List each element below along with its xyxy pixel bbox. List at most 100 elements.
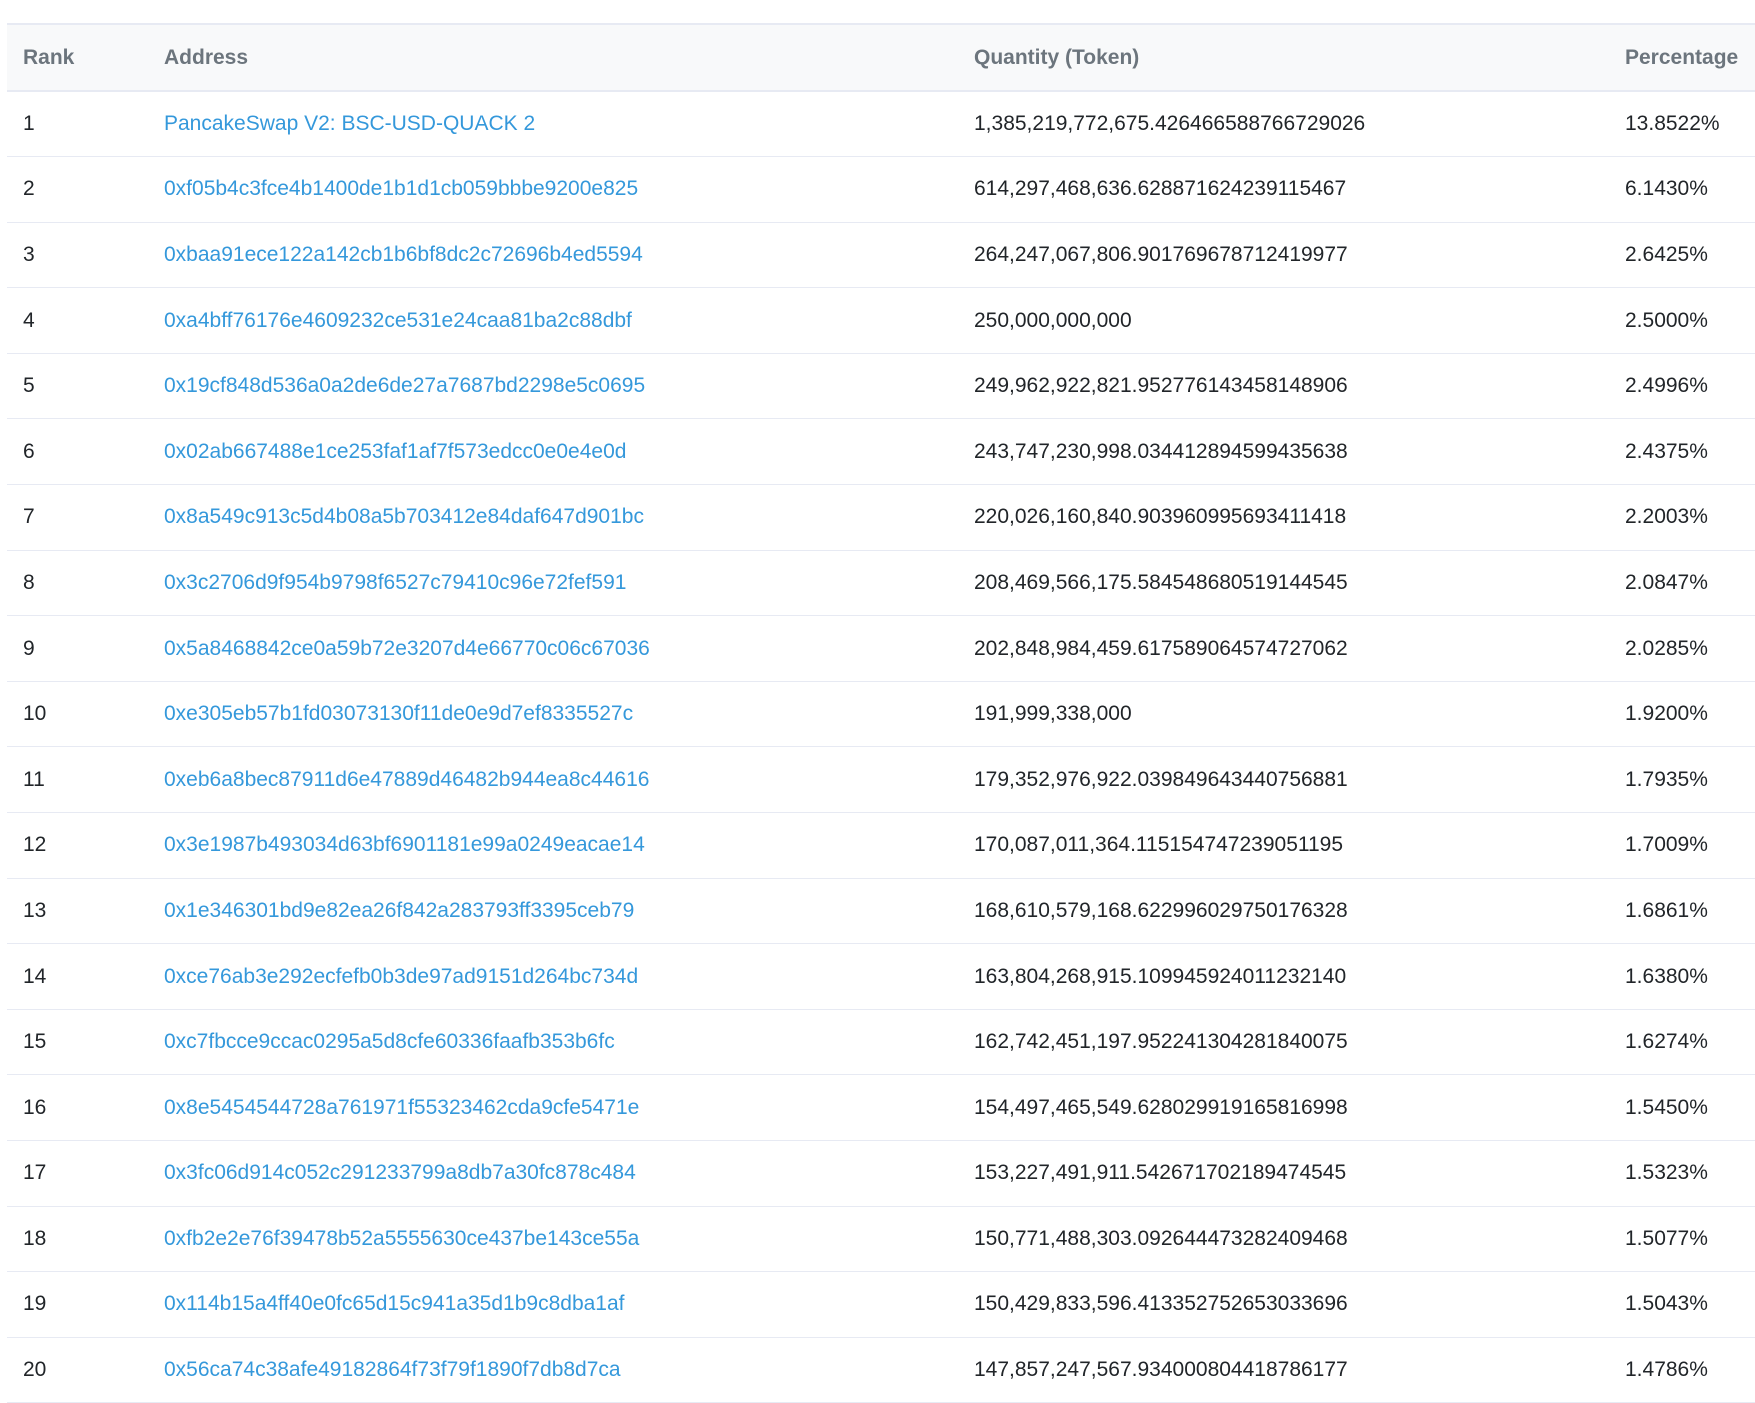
header-percentage: Percentage (1609, 23, 1755, 92)
table-row: 5 0x19cf848d536a0a2de6de27a7687bd2298e5c0… (7, 353, 1755, 420)
percentage-cell: 1.5077% (1609, 1206, 1755, 1273)
percentage-cell: 1.5323% (1609, 1140, 1755, 1207)
address-cell: 0xbaa91ece122a142cb1b6bf8dc2c72696b4ed55… (148, 222, 958, 289)
table-row: 10 0xe305eb57b1fd03073130f11de0e9d7ef8335… (7, 681, 1755, 748)
table-row: 3 0xbaa91ece122a142cb1b6bf8dc2c72696b4ed5… (7, 222, 1755, 289)
rank-cell: 9 (7, 615, 148, 682)
quantity-cell: 153,227,491,911.542671702189474545 (958, 1140, 1609, 1207)
address-link[interactable]: 0x19cf848d536a0a2de6de27a7687bd2298e5c06… (164, 374, 645, 397)
table-row: 13 0x1e346301bd9e82ea26f842a283793ff3395c… (7, 878, 1755, 945)
address-cell: 0xce76ab3e292ecfefb0b3de97ad9151d264bc73… (148, 943, 958, 1010)
table-row: 7 0x8a549c913c5d4b08a5b703412e84daf647d90… (7, 484, 1755, 551)
quantity-cell: 243,747,230,998.034412894599435638 (958, 418, 1609, 486)
address-link[interactable]: 0xeb6a8bec87911d6e47889d46482b944ea8c446… (164, 768, 649, 791)
table-row: 11 0xeb6a8bec87911d6e47889d46482b944ea8c4… (7, 746, 1755, 814)
rank-cell: 19 (7, 1271, 148, 1338)
rank-cell: 11 (7, 746, 148, 814)
address-link[interactable]: 0xc7fbcce9ccac0295a5d8cfe60336faafb353b6… (164, 1030, 615, 1053)
percentage-cell: 1.6274% (1609, 1009, 1755, 1076)
quantity-cell: 220,026,160,840.903960995693411418 (958, 484, 1609, 551)
percentage-cell: 1.5043% (1609, 1271, 1755, 1338)
quantity-cell: 163,804,268,915.109945924011232140 (958, 943, 1609, 1010)
rank-cell: 7 (7, 484, 148, 551)
address-link[interactable]: 0xf05b4c3fce4b1400de1b1d1cb059bbbe9200e8… (164, 177, 638, 200)
address-cell: 0x8e5454544728a761971f55323462cda9cfe547… (148, 1074, 958, 1141)
rank-cell: 3 (7, 222, 148, 289)
address-link[interactable]: 0x8a549c913c5d4b08a5b703412e84daf647d901… (164, 505, 644, 528)
quantity-cell: 1,385,219,772,675.426466588766729026 (958, 91, 1609, 158)
address-link[interactable]: 0x3c2706d9f954b9798f6527c79410c96e72fef5… (164, 571, 626, 594)
percentage-cell: 6.1430% (1609, 156, 1755, 223)
rank-cell: 14 (7, 943, 148, 1010)
table-row: 20 0x56ca74c38afe49182864f73f79f1890f7db8… (7, 1337, 1755, 1403)
percentage-cell: 2.5000% (1609, 287, 1755, 354)
percentage-cell: 1.6861% (1609, 878, 1755, 945)
address-link[interactable]: 0xfb2e2e76f39478b52a5555630ce437be143ce5… (164, 1227, 639, 1250)
header-address: Address (148, 23, 958, 92)
address-cell: 0x114b15a4ff40e0fc65d15c941a35d1b9c8dba1… (148, 1271, 958, 1338)
address-cell: 0x5a8468842ce0a59b72e3207d4e66770c06c670… (148, 615, 958, 682)
table-row: 17 0x3fc06d914c052c291233799a8db7a30fc878… (7, 1140, 1755, 1207)
address-link[interactable]: 0x02ab667488e1ce253faf1af7f573edcc0e0e4e… (164, 440, 626, 463)
header-quantity: Quantity (Token) (958, 23, 1609, 92)
percentage-cell: 2.0847% (1609, 550, 1755, 617)
percentage-cell: 2.4375% (1609, 418, 1755, 486)
quantity-cell: 191,999,338,000 (958, 681, 1609, 748)
percentage-cell: 1.4786% (1609, 1337, 1755, 1403)
table-row: 18 0xfb2e2e76f39478b52a5555630ce437be143c… (7, 1206, 1755, 1273)
table-row: 8 0x3c2706d9f954b9798f6527c79410c96e72fef… (7, 550, 1755, 617)
rank-cell: 13 (7, 878, 148, 945)
address-link[interactable]: 0x56ca74c38afe49182864f73f79f1890f7db8d7… (164, 1358, 621, 1381)
rank-cell: 12 (7, 812, 148, 879)
quantity-cell: 250,000,000,000 (958, 287, 1609, 354)
address-link[interactable]: 0x5a8468842ce0a59b72e3207d4e66770c06c670… (164, 637, 650, 660)
percentage-cell: 2.2003% (1609, 484, 1755, 551)
address-cell: 0xa4bff76176e4609232ce531e24caa81ba2c88d… (148, 287, 958, 354)
quantity-cell: 249,962,922,821.952776143458148906 (958, 353, 1609, 420)
address-link[interactable]: 0x3e1987b493034d63bf6901181e99a0249eacae… (164, 833, 645, 856)
address-link[interactable]: 0x8e5454544728a761971f55323462cda9cfe547… (164, 1096, 639, 1119)
table-row: 9 0x5a8468842ce0a59b72e3207d4e66770c06c67… (7, 615, 1755, 682)
quantity-cell: 208,469,566,175.584548680519144545 (958, 550, 1609, 617)
rank-cell: 1 (7, 91, 148, 158)
quantity-cell: 179,352,976,922.039849643440756881 (958, 746, 1609, 814)
table-header: Rank Address Quantity (Token) Percentage (7, 23, 1755, 92)
table-row: 14 0xce76ab3e292ecfefb0b3de97ad9151d264bc… (7, 943, 1755, 1010)
address-link[interactable]: 0x3fc06d914c052c291233799a8db7a30fc878c4… (164, 1161, 636, 1184)
address-cell: PancakeSwap V2: BSC-USD-QUACK 2 (148, 91, 958, 158)
rank-cell: 10 (7, 681, 148, 748)
address-cell: 0x3fc06d914c052c291233799a8db7a30fc878c4… (148, 1140, 958, 1207)
table-row: 12 0x3e1987b493034d63bf6901181e99a0249eac… (7, 812, 1755, 879)
quantity-cell: 150,429,833,596.413352752653033696 (958, 1271, 1609, 1338)
address-cell: 0xe305eb57b1fd03073130f11de0e9d7ef833552… (148, 681, 958, 748)
rank-cell: 6 (7, 418, 148, 486)
rank-cell: 18 (7, 1206, 148, 1273)
rank-cell: 20 (7, 1337, 148, 1403)
address-link[interactable]: 0xe305eb57b1fd03073130f11de0e9d7ef833552… (164, 702, 633, 725)
quantity-cell: 202,848,984,459.617589064574727062 (958, 615, 1609, 682)
address-cell: 0x19cf848d536a0a2de6de27a7687bd2298e5c06… (148, 353, 958, 420)
address-cell: 0xfb2e2e76f39478b52a5555630ce437be143ce5… (148, 1206, 958, 1273)
address-cell: 0xc7fbcce9ccac0295a5d8cfe60336faafb353b6… (148, 1009, 958, 1076)
percentage-cell: 13.8522% (1609, 91, 1755, 158)
table-row: 6 0x02ab667488e1ce253faf1af7f573edcc0e0e4… (7, 418, 1755, 486)
address-cell: 0x8a549c913c5d4b08a5b703412e84daf647d901… (148, 484, 958, 551)
table-body: 1 PancakeSwap V2: BSC-USD-QUACK 2 1,385,21… (7, 91, 1755, 1403)
address-cell: 0x3c2706d9f954b9798f6527c79410c96e72fef5… (148, 550, 958, 617)
address-cell: 0x02ab667488e1ce253faf1af7f573edcc0e0e4e… (148, 418, 958, 486)
address-link[interactable]: 0xbaa91ece122a142cb1b6bf8dc2c72696b4ed55… (164, 243, 643, 266)
percentage-cell: 2.0285% (1609, 615, 1755, 682)
address-link[interactable]: 0x114b15a4ff40e0fc65d15c941a35d1b9c8dba1… (164, 1292, 625, 1315)
address-link[interactable]: PancakeSwap V2: BSC-USD-QUACK 2 (164, 112, 535, 135)
rank-cell: 2 (7, 156, 148, 223)
address-link[interactable]: 0x1e346301bd9e82ea26f842a283793ff3395ceb… (164, 899, 634, 922)
header-row: Rank Address Quantity (Token) Percentage (7, 23, 1755, 92)
table-row: 15 0xc7fbcce9ccac0295a5d8cfe60336faafb353… (7, 1009, 1755, 1076)
quantity-cell: 162,742,451,197.952241304281840075 (958, 1009, 1609, 1076)
address-link[interactable]: 0xce76ab3e292ecfefb0b3de97ad9151d264bc73… (164, 965, 638, 988)
token-holders-table: Rank Address Quantity (Token) Percentage… (7, 23, 1755, 1403)
table-row: 1 PancakeSwap V2: BSC-USD-QUACK 2 1,385,21… (7, 91, 1755, 158)
address-link[interactable]: 0xa4bff76176e4609232ce531e24caa81ba2c88d… (164, 309, 632, 332)
rank-cell: 16 (7, 1074, 148, 1141)
table-row: 4 0xa4bff76176e4609232ce531e24caa81ba2c88… (7, 287, 1755, 354)
